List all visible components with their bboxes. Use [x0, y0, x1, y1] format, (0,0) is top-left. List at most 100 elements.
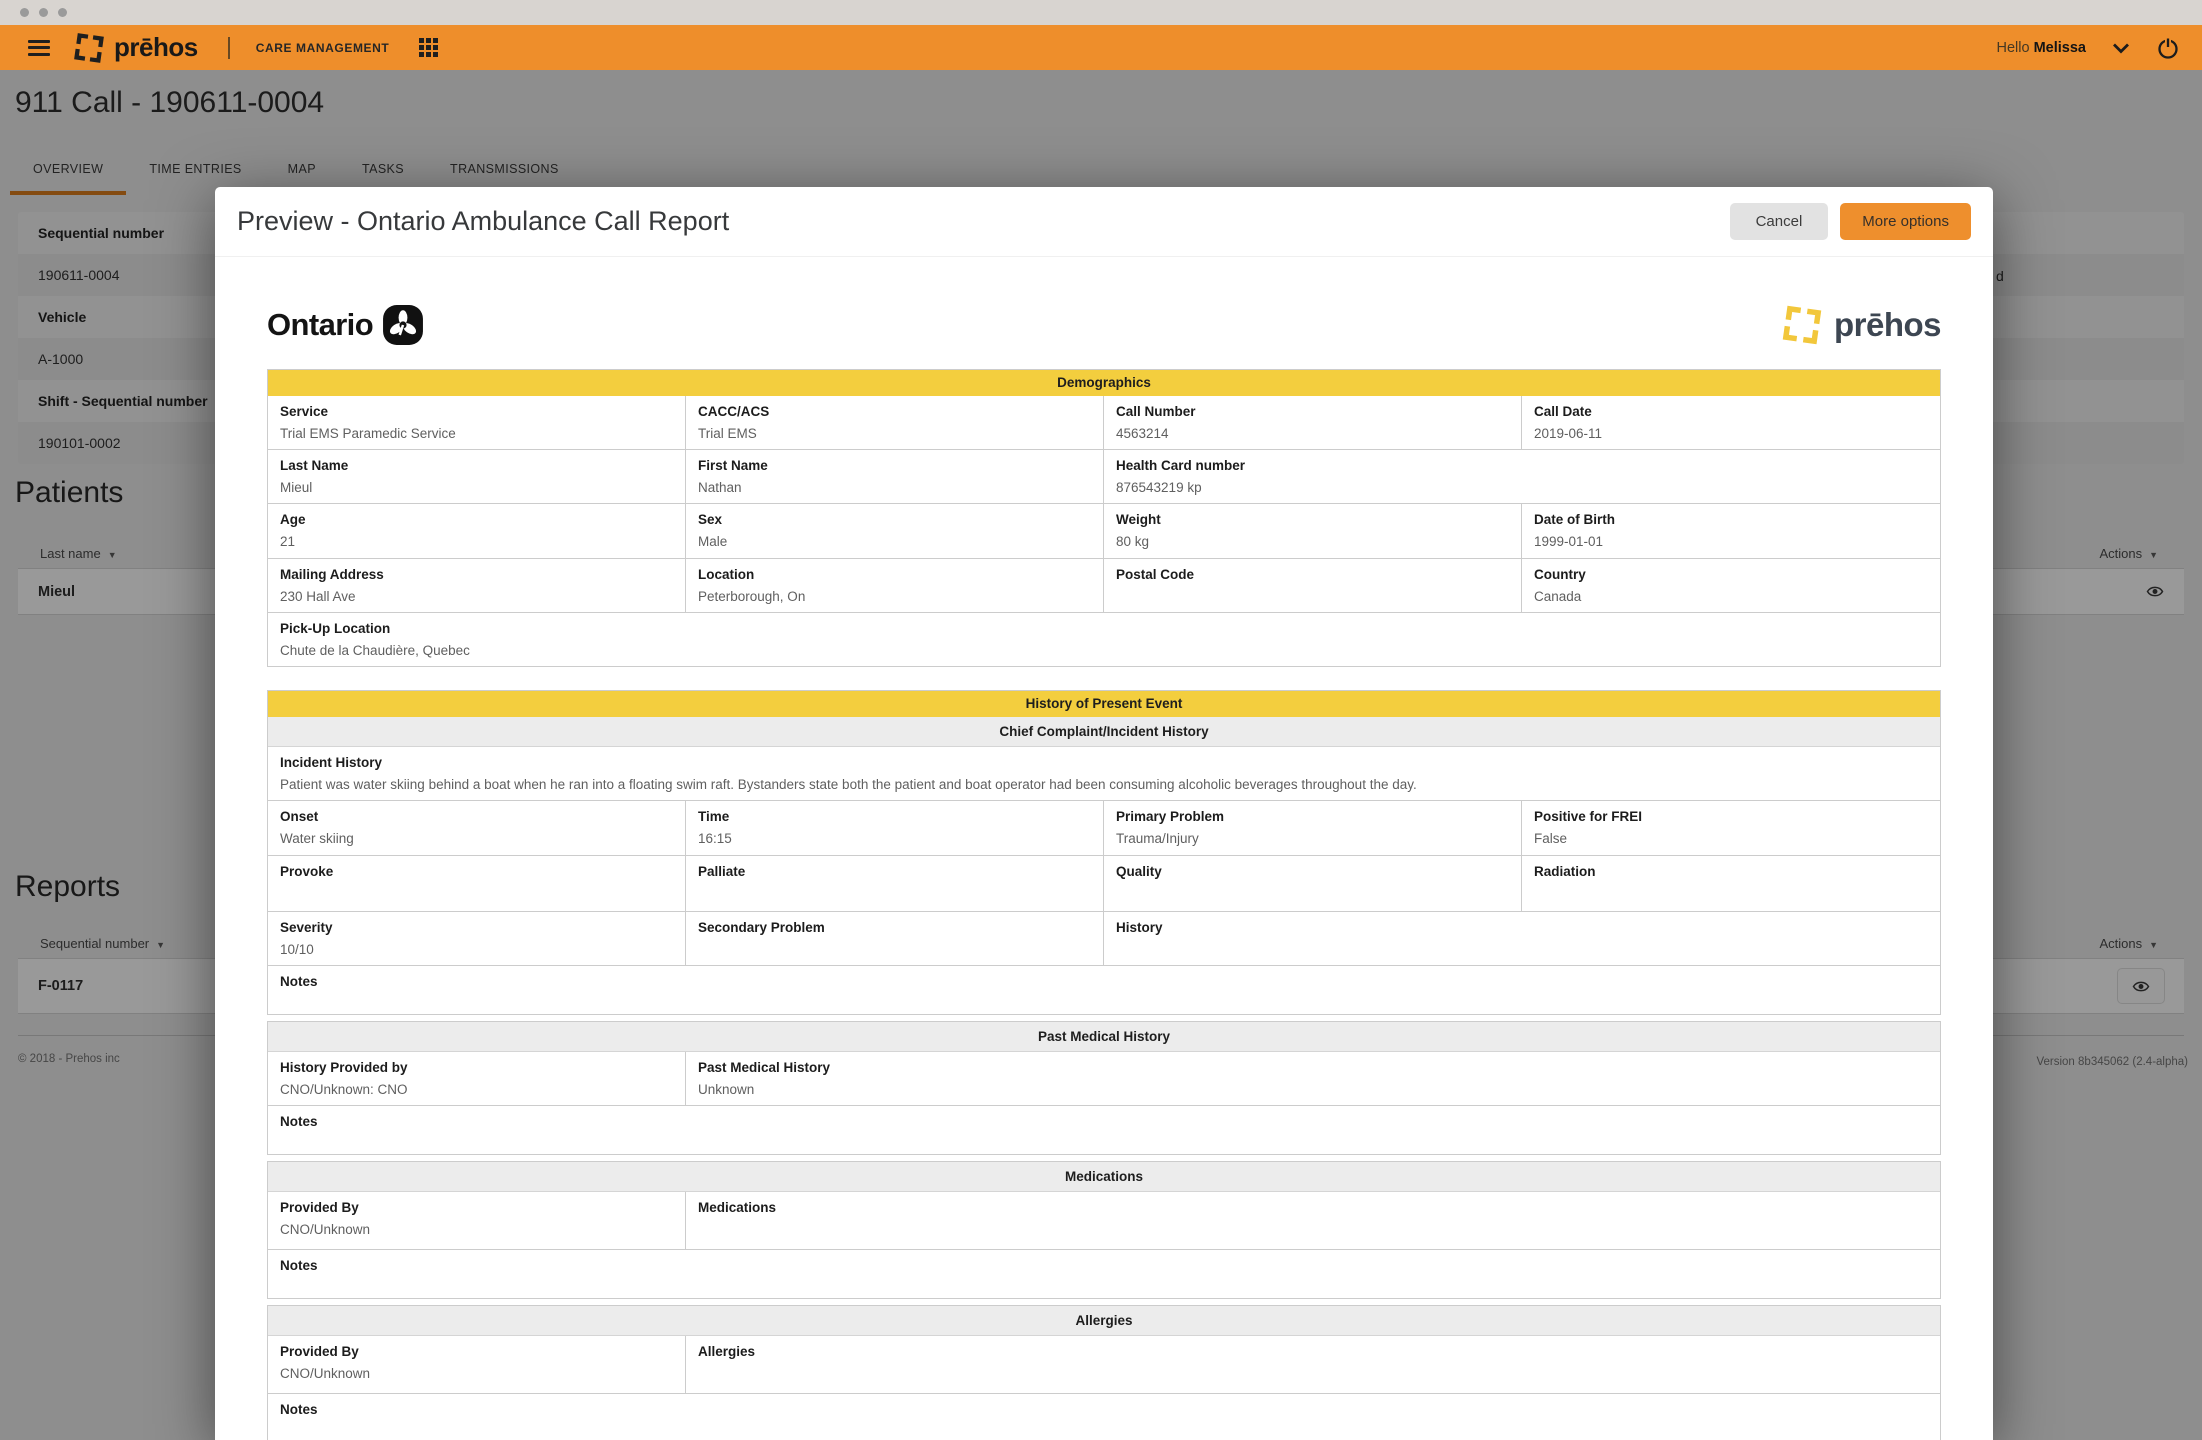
- report-field: First NameNathan: [686, 450, 1104, 503]
- report-table-row: Notes: [268, 1394, 1940, 1440]
- report-field: Pick-Up Location Chute de la Chaudière, Q…: [268, 613, 1940, 666]
- field-label: Pick-Up Location: [280, 621, 1928, 636]
- report-field: Notes: [268, 1394, 1940, 1440]
- prehos-logo-text: prēhos: [1834, 306, 1941, 344]
- report-field: History Provided by CNO/Unknown: CNO: [268, 1052, 686, 1105]
- field-label: Postal Code: [1116, 567, 1509, 582]
- apps-grid-icon[interactable]: [419, 38, 438, 57]
- field-value: CNO/Unknown: [280, 1365, 673, 1383]
- module-label: CARE MANAGEMENT: [256, 41, 390, 55]
- field-label: Notes: [280, 1402, 1928, 1417]
- field-label: Provided By: [280, 1344, 673, 1359]
- field-value: Trial EMS Paramedic Service: [280, 425, 673, 443]
- user-greeting: Hello Melissa: [1997, 40, 2086, 56]
- acr-report: DemographicsServiceTrial EMS Paramedic S…: [267, 369, 1941, 1440]
- window-control-dot[interactable]: [58, 8, 67, 17]
- field-label: Notes: [280, 974, 1928, 989]
- topbar-divider: [228, 37, 230, 59]
- cancel-button[interactable]: Cancel: [1730, 203, 1829, 240]
- field-label: Palliate: [698, 864, 1091, 879]
- report-field: Date of Birth1999-01-01: [1522, 504, 1940, 557]
- field-value: Chute de la Chaudière, Quebec: [280, 642, 1928, 660]
- preview-modal: Preview - Ontario Ambulance Call Report …: [215, 187, 1993, 1440]
- section-header: History of Present Event: [268, 691, 1940, 717]
- field-value: False: [1534, 830, 1928, 848]
- modal-header: Preview - Ontario Ambulance Call Report …: [215, 187, 1993, 257]
- field-value: 16:15: [698, 830, 1091, 848]
- report-field: Location Peterborough, On: [686, 559, 1104, 612]
- more-options-button[interactable]: More options: [1840, 203, 1971, 240]
- field-label: Country: [1534, 567, 1928, 582]
- field-value: 10/10: [280, 941, 673, 959]
- report-table-row: OnsetWater skiingTime16:15Primary Proble…: [268, 801, 1940, 855]
- modal-body: Ontario: [215, 257, 1993, 1440]
- window-control-dot[interactable]: [20, 8, 29, 17]
- field-label: Location: [698, 567, 1091, 582]
- report-table-row: Service Trial EMS Paramedic Service CACC/A…: [268, 396, 1940, 450]
- report-field: Mailing Address230 Hall Ave: [268, 559, 686, 612]
- report-field: Incident HistoryPatient was water skiing…: [268, 747, 1940, 800]
- field-label: Provoke: [280, 864, 673, 879]
- field-label: Primary Problem: [1116, 809, 1509, 824]
- subsection-header: Allergies: [268, 1306, 1940, 1336]
- report-section: DemographicsServiceTrial EMS Paramedic S…: [267, 369, 1941, 667]
- field-label: Date of Birth: [1534, 512, 1928, 527]
- report-field: Provoke: [268, 856, 686, 911]
- report-field: Postal Code: [1104, 559, 1522, 612]
- report-field: Weight 80 kg: [1104, 504, 1522, 557]
- field-value: 2019-06-11: [1534, 425, 1928, 443]
- hamburger-menu-icon[interactable]: [28, 40, 50, 56]
- field-label: Weight: [1116, 512, 1509, 527]
- field-label: Secondary Problem: [698, 920, 1091, 935]
- report-table-row: Provided By CNO/Unknown Allergies: [268, 1336, 1940, 1394]
- report-table-row: Age21SexMaleWeight80 kgDate of Birth1999…: [268, 504, 1940, 558]
- field-label: Allergies: [698, 1344, 1928, 1359]
- ontario-logo-text: Ontario: [267, 307, 373, 343]
- field-value: Water skiing: [280, 830, 673, 848]
- field-label: Severity: [280, 920, 673, 935]
- field-value: Mieul: [280, 479, 673, 497]
- field-label: Service: [280, 404, 673, 419]
- report-table-row: History Provided by CNO/Unknown: CNO Past …: [268, 1052, 1940, 1106]
- ontario-logo: Ontario: [267, 304, 424, 346]
- field-label: History Provided by: [280, 1060, 673, 1075]
- field-label: Mailing Address: [280, 567, 673, 582]
- report-field: Severity 10/10: [268, 912, 686, 965]
- chevron-down-icon[interactable]: [2112, 42, 2130, 54]
- report-field: Medications: [686, 1192, 1940, 1249]
- prehos-report-logo: prēhos: [1780, 303, 1941, 347]
- field-label: Provided By: [280, 1200, 673, 1215]
- field-value: Trial EMS: [698, 425, 1091, 443]
- prehos-swirl-icon: [1777, 300, 1827, 350]
- report-field: Secondary Problem: [686, 912, 1104, 965]
- report-field: CACC/ACS Trial EMS: [686, 396, 1104, 449]
- report-section: Allergies Provided By CNO/Unknown Allergies…: [267, 1305, 1941, 1440]
- field-label: Past Medical History: [698, 1060, 1928, 1075]
- report-field: Provided ByCNO/Unknown: [268, 1192, 686, 1249]
- prehos-logo[interactable]: prēhos: [72, 31, 198, 65]
- field-value: Peterborough, On: [698, 588, 1091, 606]
- subsection-header: Past Medical History: [268, 1022, 1940, 1052]
- field-label: Medications: [698, 1200, 1928, 1215]
- field-label: Notes: [280, 1114, 1928, 1129]
- ontario-trillium-icon: [382, 304, 424, 346]
- report-section: History of Present EventChief Complaint/…: [267, 690, 1941, 1015]
- prehos-swirl-icon: [70, 28, 108, 66]
- field-label: Health Card number: [1116, 458, 1928, 473]
- field-value: Trauma/Injury: [1116, 830, 1509, 848]
- field-value: Patient was water skiing behind a boat w…: [280, 776, 1928, 794]
- field-label: CACC/ACS: [698, 404, 1091, 419]
- report-field: Call Date 2019-06-11: [1522, 396, 1940, 449]
- report-table-row: Last NameMieulFirst NameNathanHealth Car…: [268, 450, 1940, 504]
- report-field: OnsetWater skiing: [268, 801, 686, 854]
- report-table-row: Provided ByCNO/Unknown Medications: [268, 1192, 1940, 1250]
- report-table-row: Pick-Up Location Chute de la Chaudière, Q…: [268, 613, 1940, 666]
- report-field: Age21: [268, 504, 686, 557]
- field-value: Unknown: [698, 1081, 1928, 1099]
- field-value: CNO/Unknown: CNO: [280, 1081, 673, 1099]
- field-value: 80 kg: [1116, 533, 1509, 551]
- field-label: Call Date: [1534, 404, 1928, 419]
- brand-name: prēhos: [114, 32, 198, 63]
- power-icon[interactable]: [2156, 35, 2180, 61]
- window-control-dot[interactable]: [39, 8, 48, 17]
